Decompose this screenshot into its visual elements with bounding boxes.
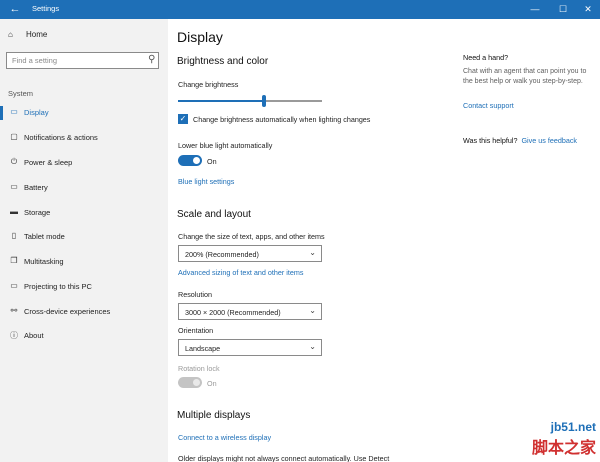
orientation-label: Orientation [178,326,214,335]
section-brightness-heading: Brightness and color [177,56,269,67]
storage-icon: ▬ [10,207,18,216]
home-icon: ⌂ [8,30,13,39]
watermark-site: jb51.net [550,420,596,434]
window-title: Settings [32,4,60,13]
search-placeholder: Find a setting [12,56,58,65]
maximize-button[interactable]: ☐ [552,0,574,19]
sidebar-item-label: Cross-device experiences [24,307,111,316]
sidebar-item-about[interactable]: ⓘ About [0,325,168,347]
back-arrow-icon[interactable]: ← [7,2,23,16]
sidebar-item-display[interactable]: ▭ Display [0,102,168,124]
sidebar-item-label: Notifications & actions [24,133,98,142]
tablet-icon: ▯ [11,231,17,240]
resolution-select[interactable]: 3000 × 2000 (Recommended) ⌄ [178,303,322,320]
watermark: jb51.net 脚本之家 [532,420,596,458]
toggle-knob [193,157,200,164]
sidebar-item-battery[interactable]: ▭ Battery [0,177,168,199]
power-icon: ⏻ [10,157,18,166]
sidebar-item-label: Tablet mode [24,232,65,241]
blue-light-label: Lower blue light automatically [178,141,273,150]
resolution-value: 3000 × 2000 (Recommended) [185,308,281,317]
watermark-brand: 脚本之家 [531,440,596,457]
contact-support-link[interactable]: Contact support [463,101,514,110]
brightness-slider[interactable] [178,95,322,107]
chevron-down-icon: ⌄ [309,306,316,315]
sidebar-item-label: Display [24,108,49,117]
blue-light-toggle[interactable] [178,155,202,166]
slider-fill [178,100,264,102]
orientation-select[interactable]: Landscape ⌄ [178,339,322,356]
rotation-lock-state: On [207,379,217,388]
notifications-icon: ▢ [10,132,18,141]
sidebar-item-label: Battery [24,183,48,192]
wireless-display-link[interactable]: Connect to a wireless display [178,433,271,442]
minimize-button[interactable]: — [524,0,546,19]
chevron-down-icon: ⌄ [309,342,316,351]
close-button[interactable]: ✕ [577,0,599,19]
sidebar-item-projecting[interactable]: ▭ Projecting to this PC [0,276,168,298]
multiple-displays-note: Older displays might not always connect … [178,454,390,462]
sidebar: ⌂ Home Find a setting ⚲ System ▭ Display … [0,19,168,462]
section-scale-heading: Scale and layout [177,209,251,220]
display-icon: ▭ [10,107,18,116]
projecting-icon: ▭ [10,281,18,290]
help-heading: Need a hand? [463,53,509,62]
home-label: Home [26,30,48,39]
page-title: Display [177,29,223,45]
sidebar-item-storage[interactable]: ▬ Storage [0,202,168,224]
sidebar-item-label: About [24,331,44,340]
slider-thumb[interactable] [262,95,266,107]
sidebar-item-notifications[interactable]: ▢ Notifications & actions [0,127,168,149]
size-value: 200% (Recommended) [185,250,259,259]
sidebar-item-label: Storage [24,208,51,217]
size-select[interactable]: 200% (Recommended) ⌄ [178,245,322,262]
rotation-lock-toggle[interactable] [178,377,202,388]
battery-icon: ▭ [10,182,18,191]
chevron-down-icon: ⌄ [309,248,316,257]
title-bar: ← Settings — ☐ ✕ [0,0,600,19]
sidebar-item-label: Multitasking [24,257,64,266]
sidebar-item-label: Projecting to this PC [24,282,92,291]
blue-light-state: On [207,157,217,166]
auto-brightness-checkbox[interactable]: ✓ [178,114,188,124]
toggle-knob [193,379,200,386]
search-icon[interactable]: ⚲ [148,54,155,65]
cross-device-icon: ⚯ [10,306,18,315]
brightness-label: Change brightness [178,80,239,89]
info-icon: ⓘ [10,331,18,340]
helpful-question: Was this helpful? [463,136,518,145]
rotation-lock-label: Rotation lock [178,364,220,373]
feedback-link[interactable]: Give us feedback [521,136,577,145]
orientation-value: Landscape [185,344,221,353]
help-text: Chat with an agent that can point you to… [463,68,587,85]
advanced-sizing-link[interactable]: Advanced sizing of text and other items [178,268,303,277]
sidebar-item-label: Power & sleep [24,158,73,167]
main-content: Display Brightness and color Change brig… [168,19,600,462]
size-label: Change the size of text, apps, and other… [178,232,325,241]
sidebar-item-tablet[interactable]: ▯ Tablet mode [0,226,168,248]
sidebar-item-cross-device[interactable]: ⚯ Cross-device experiences [0,301,168,323]
helpful-row: Was this helpful? Give us feedback [463,136,577,145]
sidebar-item-power[interactable]: ⏻ Power & sleep [0,152,168,174]
sidebar-item-multitasking[interactable]: ❐ Multitasking [0,251,168,273]
blue-light-settings-link[interactable]: Blue light settings [178,177,234,186]
section-multiple-heading: Multiple displays [177,410,251,421]
group-label: System [8,89,34,98]
auto-brightness-label: Change brightness automatically when lig… [193,115,371,124]
home-link[interactable]: ⌂ Home [8,30,47,39]
search-input[interactable]: Find a setting ⚲ [6,52,159,69]
resolution-label: Resolution [178,290,212,299]
multitasking-icon: ❐ [10,256,18,265]
